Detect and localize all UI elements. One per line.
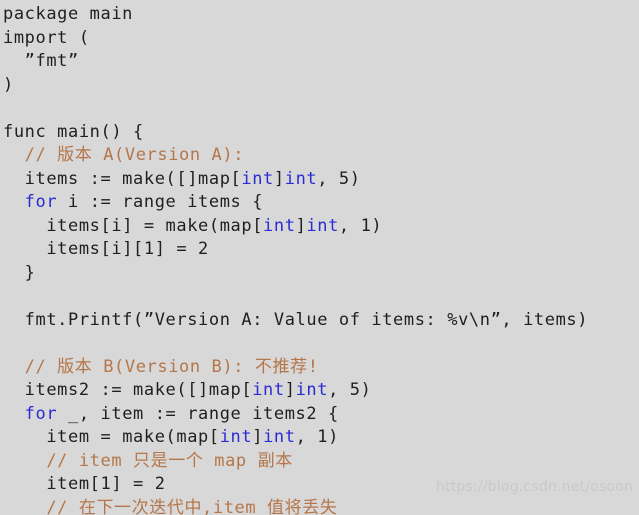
code-line: items2 := make([]map[int]int, 5) (3, 379, 588, 403)
code-line: item = make(map[int]int, 1) (3, 426, 588, 450)
code-token-kw: for (24, 403, 58, 424)
code-line: ​ (3, 285, 588, 309)
code-token-plain: , 1) (295, 427, 339, 447)
code-line: // 版本 A(Version A): (3, 144, 588, 168)
code-token-type: int (252, 380, 285, 400)
code-token-str: ”fmt” (24, 51, 79, 71)
code-line: ​ (3, 97, 588, 121)
code-line: package main (3, 3, 588, 27)
code-line: items[i] = make(map[int]int, 1) (3, 215, 588, 239)
code-line: // item 只是一个 map 副本 (3, 450, 588, 474)
code-token-plain: package main (3, 4, 134, 24)
code-token-plain: ) (3, 74, 14, 95)
code-token-comment: // 在下一次迭代中,item 值将丢失 (46, 497, 338, 515)
code-line: for i := range items { (3, 191, 588, 215)
code-token-type: int (219, 427, 253, 447)
code-token-comment: // 版本 B(Version B): 不推荐! (24, 356, 319, 377)
code-line: ”fmt” (3, 50, 588, 74)
code-token-plain: import ( (3, 27, 90, 48)
code-line: func main() { (3, 121, 588, 145)
code-line: items := make([]map[int]int, 5) (3, 168, 588, 192)
code-lines-container: package mainimport ( ”fmt”)​func main() … (3, 3, 588, 515)
code-token-plain: , 5) (317, 168, 361, 189)
code-token-type: int (263, 215, 296, 236)
code-token-plain: i := range items { (57, 192, 264, 212)
code-token-type: int (263, 427, 296, 447)
code-token-comment: // item 只是一个 map 副本 (46, 450, 293, 471)
code-token-type: int (295, 380, 329, 400)
code-token-plain: ] (252, 427, 264, 447)
code-token-plain: _, item := range items2 { (57, 403, 339, 424)
code-line: fmt.Printf(”Version A: Value of items: %… (3, 309, 588, 333)
code-line: ) (3, 74, 588, 98)
code-token-type: int (284, 168, 318, 189)
code-line: } (3, 262, 588, 286)
code-token-plain: fmt.Printf(”Version A: Value of items: %… (24, 309, 589, 330)
code-token-type: int (241, 168, 274, 189)
code-token-plain: , 1) (338, 215, 383, 236)
code-token-plain: item[1] = 2 (46, 474, 166, 494)
code-snippet-surface: package mainimport ( ”fmt”)​func main() … (0, 0, 639, 515)
code-token-plain: ] (273, 168, 285, 189)
code-token-plain: items[i] = make(map[ (46, 215, 264, 236)
code-token-plain: items2 := make([]map[ (24, 380, 253, 400)
code-line: import ( (3, 27, 588, 51)
code-line: // 版本 B(Version B): 不推荐! (3, 356, 588, 380)
code-token-comment: // 版本 A(Version A): (24, 145, 245, 165)
code-token-plain: func main() { (3, 121, 144, 142)
code-token-type: int (306, 215, 339, 236)
code-line: ​ (3, 332, 588, 356)
code-token-plain: , 5) (328, 380, 372, 400)
code-line: items[i][1] = 2 (3, 238, 588, 262)
code-token-plain: items := make([]map[ (24, 168, 242, 189)
code-listing[interactable]: package mainimport ( ”fmt”)​func main() … (0, 0, 588, 515)
code-token-plain: ] (284, 380, 296, 400)
code-token-plain: ] (295, 215, 307, 236)
code-token-plain: items[i][1] = 2 (46, 239, 209, 259)
code-line: item[1] = 2 (3, 473, 588, 497)
code-token-plain: } (24, 262, 36, 283)
code-token-plain: item = make(map[ (46, 427, 220, 447)
code-line: // 在下一次迭代中,item 值将丢失 (3, 497, 588, 515)
code-line: for _, item := range items2 { (3, 403, 588, 427)
code-token-kw: for (24, 192, 58, 212)
